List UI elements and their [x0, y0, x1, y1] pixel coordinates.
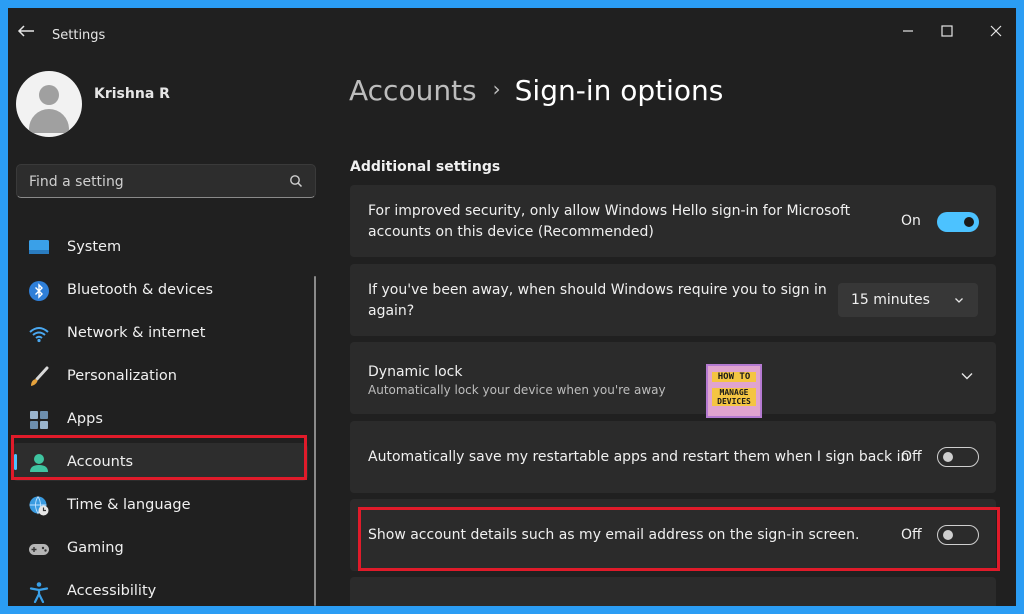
settings-window: Settings Krishna R System	[8, 8, 1016, 606]
minimize-icon[interactable]	[895, 20, 921, 42]
setting-label: If you've been away, when should Windows…	[368, 282, 827, 319]
page-title: Sign-in options	[514, 74, 724, 107]
sidebar-item-label: Network & internet	[67, 325, 206, 341]
avatar[interactable]	[16, 71, 82, 137]
bluetooth-icon	[29, 281, 49, 301]
sidebar-item-label: Time & language	[67, 497, 191, 513]
breadcrumb-separator: ›	[492, 77, 501, 101]
avatar-head	[39, 85, 59, 105]
setting-require-sign-in: If you've been away, when should Windows…	[350, 264, 996, 336]
sidebar-item-network[interactable]: Network & internet	[12, 314, 308, 352]
toggle-knob	[964, 217, 974, 227]
avatar-body	[29, 109, 69, 133]
sidebar-item-system[interactable]: System	[12, 228, 308, 266]
gamepad-icon	[29, 544, 49, 555]
sidebar-scrollbar[interactable]	[314, 276, 316, 606]
sidebar-item-label: Gaming	[67, 540, 124, 556]
sidebar-item-label: Apps	[67, 411, 103, 427]
close-icon[interactable]	[983, 20, 1009, 42]
require-sign-in-dropdown[interactable]: 15 minutes	[838, 283, 978, 317]
wifi-icon	[29, 327, 49, 343]
title-bar: Settings	[8, 8, 1016, 52]
sidebar-item-gaming[interactable]: Gaming	[12, 529, 308, 567]
app-title: Settings	[52, 28, 106, 43]
restart-apps-toggle[interactable]	[937, 447, 979, 467]
sidebar-item-label: Bluetooth & devices	[67, 282, 214, 298]
setting-restart-apps: Automatically save my restartable apps a…	[350, 421, 996, 493]
how-to-manage-devices-logo: HOW TO MANAGE DEVICES	[706, 364, 762, 418]
chevron-down-icon	[955, 298, 963, 303]
globe-clock-icon	[29, 496, 49, 516]
user-name: Krishna R	[94, 86, 170, 99]
setting-label: For improved security, only allow Window…	[368, 203, 851, 240]
sidebar-item-personalization[interactable]: Personalization	[12, 357, 308, 395]
sidebar-item-apps[interactable]: Apps	[12, 400, 308, 438]
toggle-state-label: Off	[901, 449, 922, 465]
search-box[interactable]	[16, 164, 316, 199]
maximize-icon[interactable]	[934, 20, 960, 42]
sidebar-item-label: Personalization	[67, 368, 177, 384]
breadcrumb: Accounts › Sign-in options	[349, 74, 723, 107]
toggle-knob	[943, 452, 953, 462]
setting-title: Dynamic lock	[368, 364, 463, 380]
dropdown-value: 15 minutes	[851, 292, 930, 308]
chevron-down-icon[interactable]	[960, 371, 974, 381]
apps-icon	[30, 411, 48, 429]
setting-windows-hello-only: For improved security, only allow Window…	[350, 185, 996, 257]
sidebar-item-time-language[interactable]: Time & language	[12, 486, 308, 524]
search-icon	[290, 175, 303, 188]
setting-dynamic-lock[interactable]: Dynamic lock Automatically lock your dev…	[350, 342, 996, 414]
search-input[interactable]	[27, 165, 281, 199]
section-title: Additional settings	[350, 159, 501, 175]
sidebar-item-label: Accessibility	[67, 583, 157, 599]
sidebar-item-accessibility[interactable]: Accessibility	[12, 572, 308, 606]
paint-brush-icon	[31, 366, 49, 386]
back-arrow-icon[interactable]	[16, 23, 36, 39]
setting-label: Automatically save my restartable apps a…	[368, 449, 910, 465]
highlight-box-accounts	[11, 435, 307, 480]
setting-next-card	[350, 577, 996, 606]
accessibility-icon	[29, 582, 49, 603]
system-monitor-icon	[29, 240, 49, 254]
breadcrumb-parent[interactable]: Accounts	[349, 74, 477, 107]
toggle-state-label: On	[901, 213, 921, 229]
highlight-box-account-details	[358, 507, 1000, 571]
windows-hello-only-toggle[interactable]	[937, 212, 979, 232]
sidebar-item-label: System	[67, 239, 122, 255]
sidebar-item-bluetooth[interactable]: Bluetooth & devices	[12, 271, 308, 309]
setting-subtitle: Automatically lock your device when you'…	[368, 383, 666, 397]
